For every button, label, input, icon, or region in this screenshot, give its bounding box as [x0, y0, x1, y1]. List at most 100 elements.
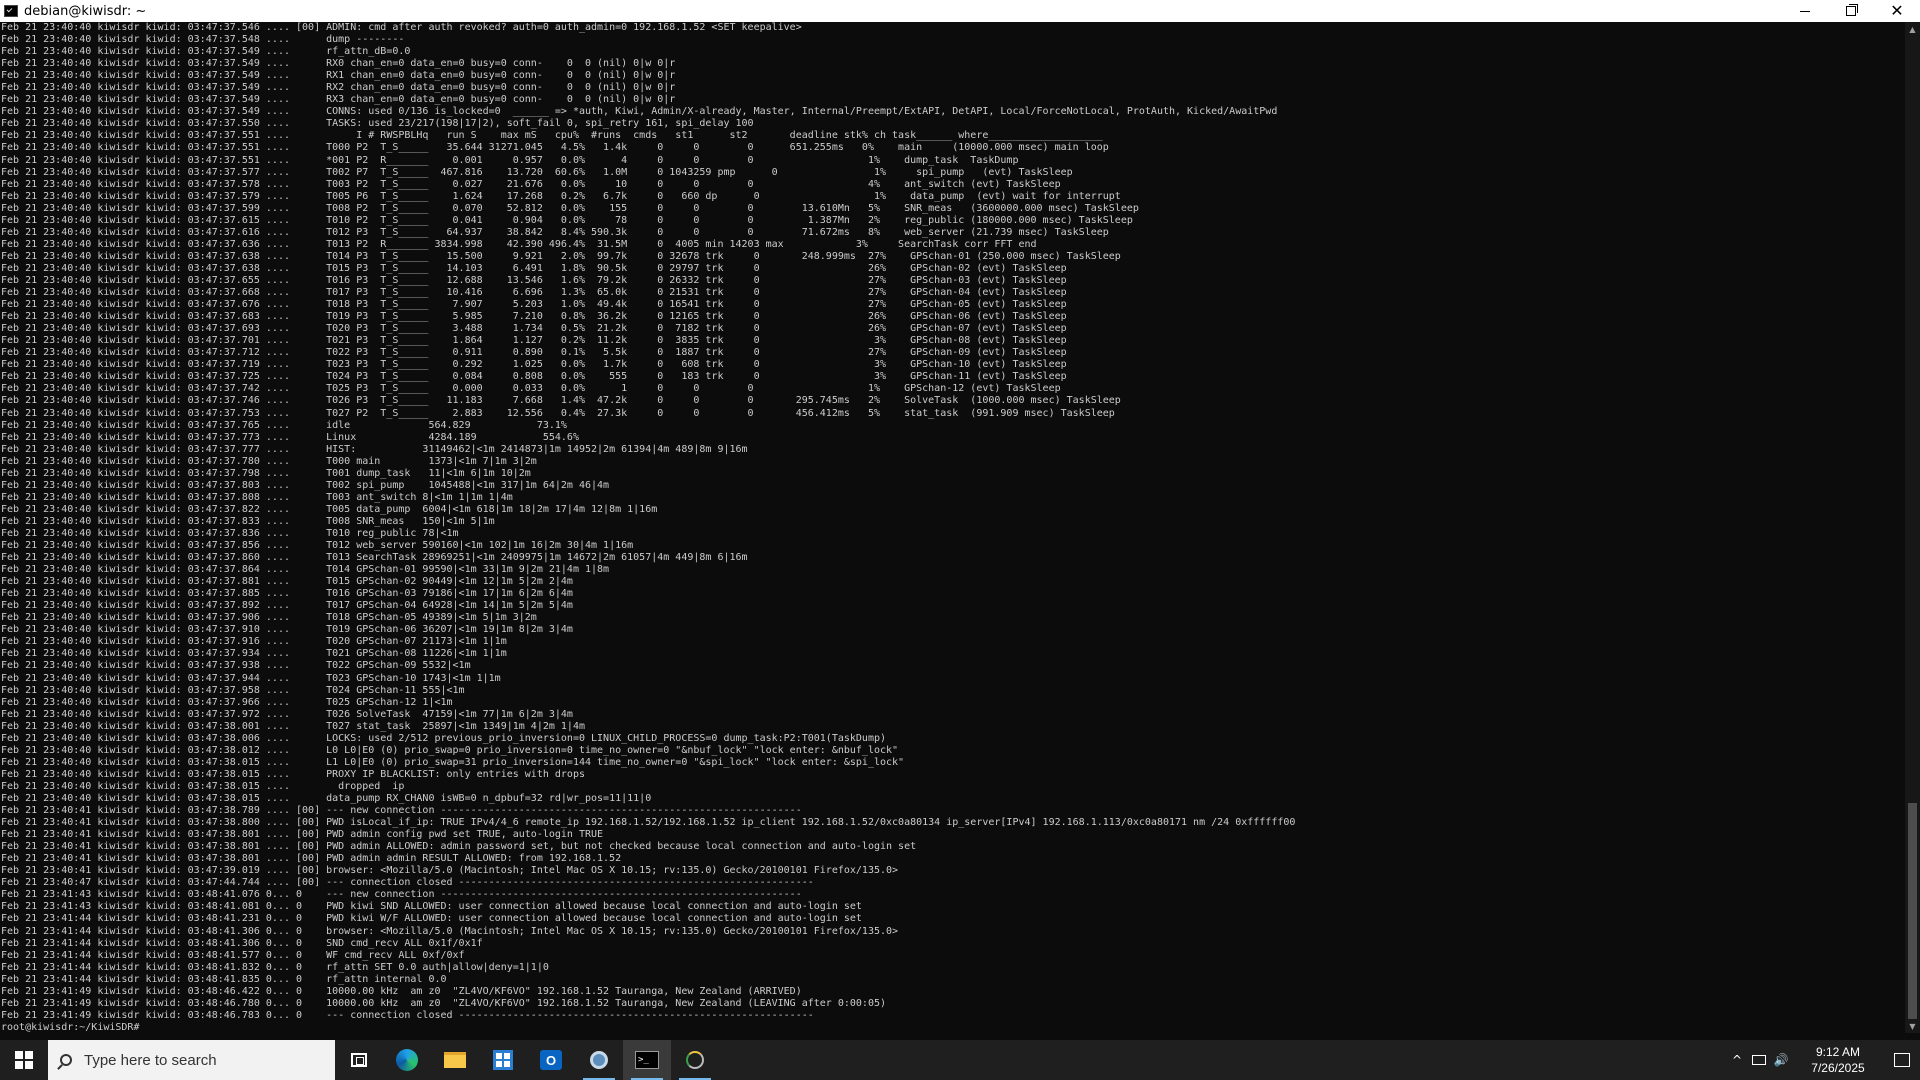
terminal-line: Feb 21 23:41:44 kiwisdr kiwid: 03:48:41.… — [1, 961, 549, 973]
window-title: debian@kiwisdr: ~ — [24, 3, 147, 19]
maximize-button[interactable] — [1828, 0, 1874, 22]
taskbar-outlook[interactable]: O — [527, 1040, 575, 1080]
terminal-line: Feb 21 23:40:40 kiwisdr kiwid: 03:47:37.… — [1, 431, 579, 443]
terminal-line: Feb 21 23:40:40 kiwisdr kiwid: 03:47:37.… — [1, 347, 1067, 359]
scroll-up-arrow-icon[interactable]: ▲ — [1905, 22, 1920, 36]
terminal-line: Feb 21 23:40:40 kiwisdr kiwid: 03:47:37.… — [1, 371, 1067, 383]
terminal-line: Feb 21 23:40:40 kiwisdr kiwid: 03:47:37.… — [1, 202, 1139, 214]
window-titlebar[interactable]: debian@kiwisdr: ~ ✕ — [0, 0, 1920, 22]
terminal-line: Feb 21 23:40:40 kiwisdr kiwid: 03:47:37.… — [1, 503, 658, 515]
terminal-line: Feb 21 23:40:40 kiwisdr kiwid: 03:47:37.… — [1, 299, 1067, 311]
terminal-line: root@kiwisdr:~/KiwiSDR# — [1, 1021, 140, 1033]
magnifier-icon — [590, 1051, 608, 1069]
terminal-line: Feb 21 23:40:40 kiwisdr kiwid: 03:47:37.… — [1, 708, 573, 720]
terminal-line: Feb 21 23:40:40 kiwisdr kiwid: 03:47:37.… — [1, 238, 1037, 250]
taskbar-store[interactable] — [479, 1040, 527, 1080]
minimize-icon — [1800, 10, 1810, 12]
terminal-line: Feb 21 23:40:40 kiwisdr kiwid: 03:47:38.… — [1, 744, 899, 756]
terminal-line: Feb 21 23:40:40 kiwisdr kiwid: 03:47:37.… — [1, 274, 1067, 286]
search-placeholder: Type here to search — [84, 1051, 217, 1069]
chevron-up-icon: ^ — [1731, 1053, 1743, 1067]
terminal-line: Feb 21 23:40:40 kiwisdr kiwid: 03:47:37.… — [1, 407, 1115, 419]
terminal-line: Feb 21 23:41:44 kiwisdr kiwid: 03:48:41.… — [1, 937, 483, 949]
terminal-line: Feb 21 23:40:40 kiwisdr kiwid: 03:47:37.… — [1, 443, 748, 455]
terminal-app-icon — [4, 5, 18, 17]
terminal-line: Feb 21 23:40:40 kiwisdr kiwid: 03:47:37.… — [1, 491, 513, 503]
notification-icon — [1894, 1053, 1910, 1067]
scroll-thumb[interactable] — [1908, 802, 1917, 1019]
clock-time: 9:12 AM — [1815, 1045, 1861, 1059]
start-button[interactable] — [0, 1040, 48, 1080]
terminal-line: Feb 21 23:40:40 kiwisdr kiwid: 03:47:37.… — [1, 672, 501, 684]
terminal-line: Feb 21 23:40:41 kiwisdr kiwid: 03:47:38.… — [1, 817, 1296, 829]
terminal-line: Feb 21 23:41:43 kiwisdr kiwid: 03:48:41.… — [1, 901, 862, 913]
network-icon — [1752, 1055, 1766, 1065]
task-view-icon — [351, 1053, 367, 1067]
terminal-line: Feb 21 23:40:41 kiwisdr kiwid: 03:47:38.… — [1, 853, 622, 865]
notification-center-button[interactable] — [1884, 1040, 1920, 1080]
terminal-line: Feb 21 23:40:40 kiwisdr kiwid: 03:47:37.… — [1, 576, 573, 588]
terminal-line: Feb 21 23:40:40 kiwisdr kiwid: 03:47:37.… — [1, 479, 610, 491]
terminal-line: Feb 21 23:40:40 kiwisdr kiwid: 03:47:38.… — [1, 793, 652, 804]
terminal-line: Feb 21 23:40:41 kiwisdr kiwid: 03:47:38.… — [1, 805, 802, 817]
taskbar-edge[interactable] — [383, 1040, 431, 1080]
terminal-line: Feb 21 23:40:40 kiwisdr kiwid: 03:47:37.… — [1, 82, 676, 94]
terminal-line: Feb 21 23:40:40 kiwisdr kiwid: 03:47:37.… — [1, 287, 1067, 299]
terminal-line: Feb 21 23:40:40 kiwisdr kiwid: 03:47:37.… — [1, 214, 1133, 226]
terminal-line: Feb 21 23:40:40 kiwisdr kiwid: 03:47:37.… — [1, 660, 471, 672]
taskbar-file-explorer[interactable] — [431, 1040, 479, 1080]
show-hidden-icons-button[interactable]: ^ — [1726, 1040, 1748, 1080]
terminal-line: Feb 21 23:41:43 kiwisdr kiwid: 03:48:41.… — [1, 889, 802, 901]
scroll-down-arrow-icon[interactable]: ▼ — [1905, 1019, 1920, 1033]
terminal-line: Feb 21 23:40:40 kiwisdr kiwid: 03:47:37.… — [1, 94, 676, 106]
volume-tray-button[interactable]: 🔊 — [1770, 1040, 1792, 1080]
terminal-line: Feb 21 23:40:40 kiwisdr kiwid: 03:47:37.… — [1, 684, 465, 696]
terminal-line: Feb 21 23:41:44 kiwisdr kiwid: 03:48:41.… — [1, 925, 899, 937]
task-view-button[interactable] — [335, 1040, 383, 1080]
terminal-line: Feb 21 23:40:40 kiwisdr kiwid: 03:47:37.… — [1, 34, 405, 46]
terminal-line: Feb 21 23:41:49 kiwisdr kiwid: 03:48:46.… — [1, 1009, 814, 1021]
terminal-line: Feb 21 23:40:40 kiwisdr kiwid: 03:47:37.… — [1, 22, 802, 33]
terminal-line: Feb 21 23:40:41 kiwisdr kiwid: 03:47:38.… — [1, 841, 917, 853]
terminal-line: Feb 21 23:40:40 kiwisdr kiwid: 03:47:37.… — [1, 106, 1278, 118]
taskbar-clock[interactable]: 9:12 AM 7/26/2025 — [1792, 1044, 1884, 1076]
terminal-line: Feb 21 23:40:40 kiwisdr kiwid: 03:47:37.… — [1, 467, 531, 479]
terminal-line: Feb 21 23:40:40 kiwisdr kiwid: 03:47:37.… — [1, 588, 573, 600]
terminal-line: Feb 21 23:40:40 kiwisdr kiwid: 03:47:37.… — [1, 70, 676, 82]
terminal-line: Feb 21 23:40:40 kiwisdr kiwid: 03:47:37.… — [1, 648, 507, 660]
volume-icon: 🔊 — [1773, 1053, 1789, 1067]
restore-icon — [1846, 4, 1858, 16]
taskbar-network-app[interactable] — [671, 1040, 719, 1080]
terminal-line: Feb 21 23:40:40 kiwisdr kiwid: 03:47:38.… — [1, 768, 585, 780]
network-app-icon — [686, 1051, 704, 1069]
terminal-line: Feb 21 23:40:40 kiwisdr kiwid: 03:47:37.… — [1, 612, 537, 624]
terminal-line: Feb 21 23:40:40 kiwisdr kiwid: 03:47:37.… — [1, 311, 1067, 323]
terminal-line: Feb 21 23:40:40 kiwisdr kiwid: 03:47:37.… — [1, 552, 748, 564]
terminal-line: Feb 21 23:40:40 kiwisdr kiwid: 03:47:38.… — [1, 756, 905, 768]
close-button[interactable]: ✕ — [1874, 0, 1920, 22]
terminal-line: Feb 21 23:40:40 kiwisdr kiwid: 03:47:37.… — [1, 419, 567, 431]
terminal-line: Feb 21 23:41:44 kiwisdr kiwid: 03:48:41.… — [1, 973, 447, 985]
terminal-line: Feb 21 23:40:40 kiwisdr kiwid: 03:47:37.… — [1, 600, 573, 612]
terminal-icon: >_ — [635, 1051, 659, 1069]
taskbar-magnifier[interactable] — [575, 1040, 623, 1080]
minimize-button[interactable] — [1782, 0, 1828, 22]
window-controls: ✕ — [1782, 0, 1920, 22]
terminal-line: Feb 21 23:40:40 kiwisdr kiwid: 03:47:37.… — [1, 455, 537, 467]
network-tray-button[interactable] — [1748, 1040, 1770, 1080]
terminal-output[interactable]: Feb 21 23:40:40 kiwisdr kiwid: 03:47:37.… — [0, 22, 1905, 1033]
vertical-scrollbar[interactable]: ▲ ▼ — [1905, 22, 1920, 1033]
terminal-line: Feb 21 23:40:40 kiwisdr kiwid: 03:47:37.… — [1, 166, 1073, 178]
terminal-line: Feb 21 23:41:44 kiwisdr kiwid: 03:48:41.… — [1, 949, 465, 961]
terminal-line: Feb 21 23:40:47 kiwisdr kiwid: 03:47:44.… — [1, 877, 814, 889]
terminal-line: Feb 21 23:40:41 kiwisdr kiwid: 03:47:38.… — [1, 829, 604, 841]
terminal-line: Feb 21 23:40:40 kiwisdr kiwid: 03:47:38.… — [1, 720, 585, 732]
taskbar-terminal[interactable]: >_ — [623, 1040, 671, 1080]
terminal-line: Feb 21 23:40:40 kiwisdr kiwid: 03:47:37.… — [1, 395, 1121, 407]
terminal-line: Feb 21 23:40:40 kiwisdr kiwid: 03:47:37.… — [1, 515, 495, 527]
terminal-line: Feb 21 23:40:40 kiwisdr kiwid: 03:47:37.… — [1, 178, 1061, 190]
terminal-line: Feb 21 23:40:40 kiwisdr kiwid: 03:47:37.… — [1, 46, 411, 58]
taskbar-search-box[interactable]: Type here to search — [48, 1040, 335, 1080]
edge-icon — [396, 1049, 418, 1071]
outlook-icon: O — [540, 1050, 562, 1070]
